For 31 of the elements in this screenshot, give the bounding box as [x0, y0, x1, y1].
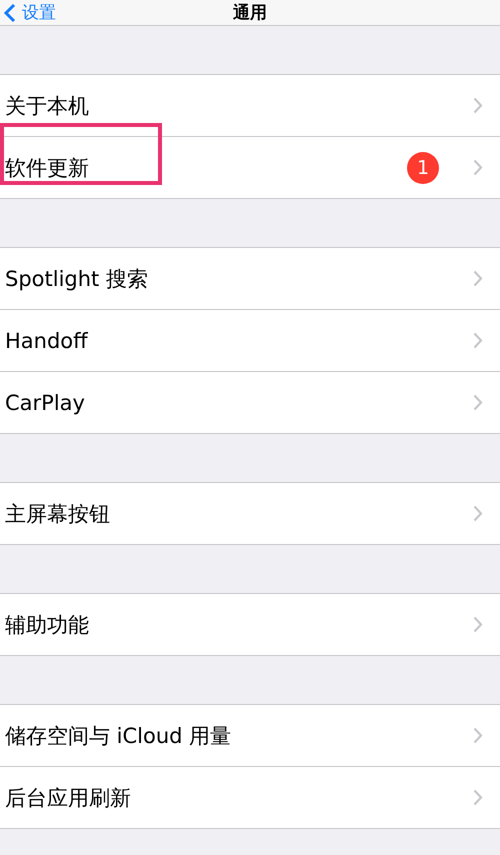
row-label: Spotlight 搜索: [5, 266, 149, 292]
row-label: 储存空间与 iCloud 用量: [5, 722, 232, 750]
chevron-icon: [473, 616, 483, 633]
settings-row[interactable]: 后台应用刷新: [0, 766, 500, 828]
settings-row[interactable]: Spotlight 搜索: [0, 248, 500, 309]
back-chevron-icon: [4, 4, 16, 22]
chevron-icon: [473, 505, 483, 522]
chevron-icon: [473, 270, 483, 287]
chevron-icon: [473, 159, 483, 176]
chevron-icon: [473, 789, 483, 806]
chevron-icon: [473, 727, 483, 744]
screen-title: 通用: [233, 2, 267, 24]
settings-row[interactable]: 主屏幕按钮: [0, 483, 500, 544]
chevron-icon: [473, 332, 483, 349]
row-label: 关于本机: [5, 92, 90, 120]
row-label: 软件更新: [5, 154, 90, 182]
row-label: 辅助功能: [5, 612, 90, 638]
chevron-icon: [473, 97, 483, 114]
row-label: Handoff: [5, 328, 89, 352]
chevron-icon: [473, 394, 483, 411]
notification-badge: 1: [407, 152, 439, 184]
settings-row[interactable]: CarPlay: [0, 371, 500, 433]
settings-row[interactable]: Handoff: [0, 309, 500, 371]
back-button[interactable]: 设置: [0, 1, 56, 24]
settings-row[interactable]: 辅助功能: [0, 594, 500, 655]
settings-row[interactable]: 软件更新 1: [0, 136, 500, 198]
settings-row[interactable]: 关于本机: [0, 75, 500, 136]
row-label: 后台应用刷新: [5, 784, 132, 812]
row-label: CarPlay: [5, 390, 86, 414]
settings-row[interactable]: 储存空间与 iCloud 用量: [0, 705, 500, 766]
row-label: 主屏幕按钮: [5, 500, 111, 528]
